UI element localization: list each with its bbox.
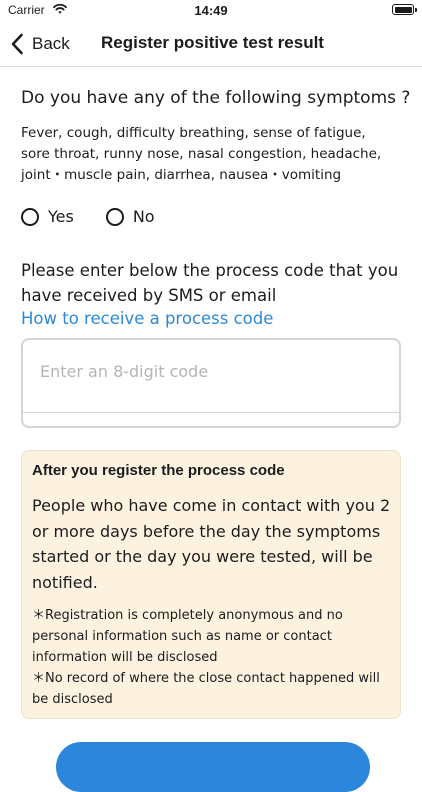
process-code-help-link[interactable]: How to receive a process code bbox=[21, 309, 273, 328]
info-notes: ＊Registration is completely anonymous an… bbox=[32, 605, 392, 710]
radio-circle-icon bbox=[21, 207, 39, 226]
radio-no-label: No bbox=[132, 207, 155, 226]
page-title: Register positive test result bbox=[101, 33, 324, 52]
radio-yes[interactable]: Yes bbox=[21, 207, 74, 226]
battery-icon bbox=[392, 4, 417, 15]
info-title: After you register the process code bbox=[32, 462, 285, 479]
input-underline bbox=[23, 412, 399, 413]
process-code-prompt: Please enter below the process code that… bbox=[21, 261, 399, 305]
symptoms-radio-group: Yes No bbox=[21, 207, 155, 226]
info-note-anonymous: ＊Registration is completely anonymous an… bbox=[32, 608, 343, 665]
back-button-label: Back bbox=[32, 34, 70, 53]
process-code-input[interactable] bbox=[40, 362, 380, 381]
radio-circle-icon bbox=[105, 207, 124, 226]
symptoms-list: Fever, cough, difficulty breathing, sens… bbox=[21, 125, 382, 183]
info-body: People who have come in contact with you… bbox=[32, 496, 391, 592]
info-card: After you register the process code Peop… bbox=[21, 450, 401, 719]
radio-no[interactable]: No bbox=[105, 207, 155, 226]
info-note-location: ＊No record of where the close contact ha… bbox=[32, 671, 380, 707]
chevron-left-icon bbox=[11, 33, 23, 55]
clock: 14:49 bbox=[194, 3, 228, 18]
navigation-bar: Back Register positive test result bbox=[0, 22, 422, 67]
process-code-field bbox=[21, 338, 401, 428]
back-button[interactable]: Back bbox=[10, 30, 70, 58]
symptoms-question: Do you have any of the following symptom… bbox=[21, 88, 411, 108]
status-bar: Carrier 14:49 bbox=[0, 0, 422, 22]
radio-yes-label: Yes bbox=[48, 207, 74, 226]
